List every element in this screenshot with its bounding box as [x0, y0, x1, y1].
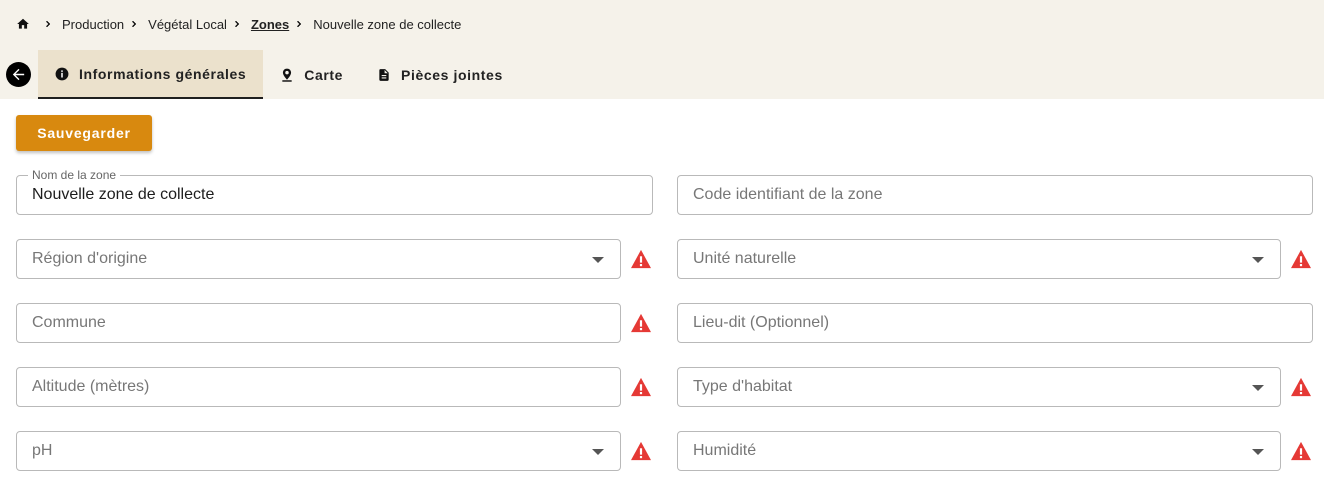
commune-placeholder: Commune [32, 314, 106, 331]
warning-icon [630, 441, 652, 461]
region-select[interactable]: Région d'origine [16, 239, 621, 279]
zone-code-input[interactable]: Code identifiant de la zone [677, 175, 1313, 215]
document-icon [377, 68, 391, 82]
habitat-type-select[interactable]: Type d'habitat [677, 367, 1281, 407]
humidity-select[interactable]: Humidité [677, 431, 1281, 471]
warning-icon [1290, 441, 1312, 461]
warning-icon [1290, 377, 1312, 397]
tab-carte[interactable]: Carte [263, 50, 360, 99]
map-pin-icon [280, 68, 294, 82]
breadcrumb-current: Nouvelle zone de collecte [313, 16, 462, 32]
tab-label: Pièces jointes [401, 66, 503, 83]
commune-input[interactable]: Commune [16, 303, 621, 343]
back-button[interactable] [6, 62, 31, 87]
ph-placeholder: pH [32, 442, 53, 459]
caret-down-icon [1252, 257, 1264, 263]
zone-code-placeholder: Code identifiant de la zone [693, 186, 883, 203]
warning-icon [630, 377, 652, 397]
natural-unit-select[interactable]: Unité naturelle [677, 239, 1281, 279]
tab-informations-generales[interactable]: Informations générales [38, 50, 264, 99]
info-icon [55, 67, 69, 81]
tab-pieces-jointes[interactable]: Pièces jointes [360, 50, 520, 99]
breadcrumb-vegetal-local[interactable]: Végétal Local [148, 17, 227, 32]
chevron-right-icon [231, 18, 243, 30]
humidity-placeholder: Humidité [693, 442, 757, 459]
zone-name-value: Nouvelle zone de collecte [32, 186, 215, 203]
save-button[interactable]: Sauvegarder [16, 115, 152, 151]
warning-icon [630, 249, 652, 269]
arrow-left-icon [12, 68, 25, 81]
chevron-right-icon [293, 18, 305, 30]
zone-name-label: Nom de la zone [28, 168, 121, 182]
habitat-type-placeholder: Type d'habitat [693, 378, 793, 395]
caret-down-icon [1252, 449, 1264, 455]
home-icon[interactable] [16, 17, 30, 31]
natural-unit-placeholder: Unité naturelle [693, 250, 797, 267]
warning-icon [1290, 249, 1312, 269]
warning-icon [630, 313, 652, 333]
ph-select[interactable]: pH [16, 431, 621, 471]
chevron-right-icon [128, 18, 140, 30]
breadcrumb: Production Végétal Local Zones Nouvelle … [16, 14, 461, 34]
altitude-input[interactable]: Altitude (mètres) [16, 367, 621, 407]
altitude-placeholder: Altitude (mètres) [32, 378, 150, 395]
tab-label: Informations générales [79, 65, 247, 82]
region-placeholder: Région d'origine [32, 250, 148, 267]
caret-down-icon [592, 449, 604, 455]
tab-bar: Informations générales Carte Pièces join… [38, 50, 520, 99]
caret-down-icon [1252, 385, 1264, 391]
breadcrumb-production[interactable]: Production [62, 17, 124, 32]
breadcrumb-zones[interactable]: Zones [251, 17, 289, 32]
caret-down-icon [592, 257, 604, 263]
chevron-right-icon [42, 18, 54, 30]
tab-label: Carte [304, 66, 344, 83]
lieu-dit-placeholder: Lieu-dit (Optionnel) [693, 314, 830, 331]
zone-name-field[interactable]: Nom de la zone Nouvelle zone de collecte [16, 168, 653, 215]
lieu-dit-input[interactable]: Lieu-dit (Optionnel) [677, 303, 1313, 343]
